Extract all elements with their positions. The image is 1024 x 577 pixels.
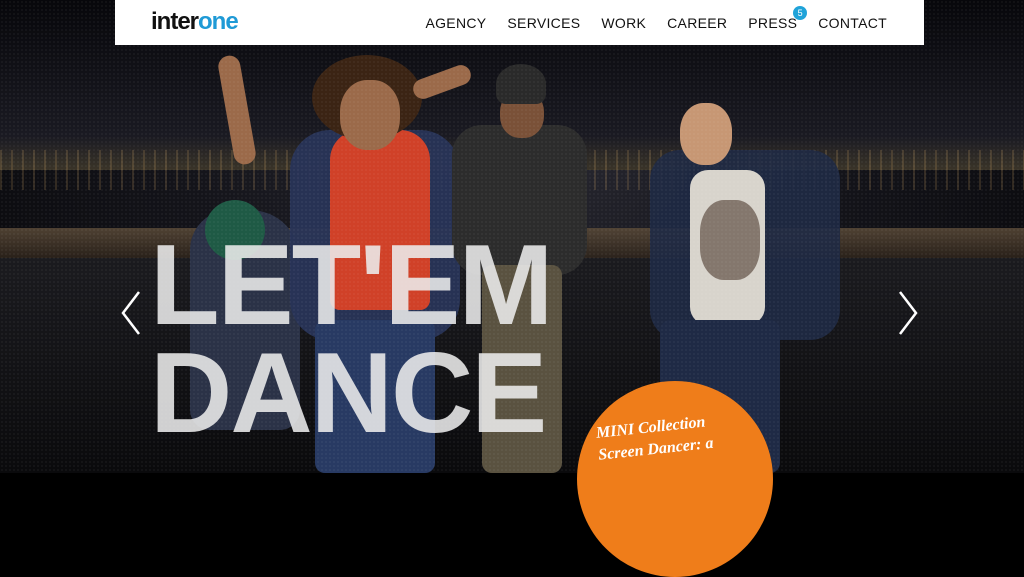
- headline-line-1: LET'EM: [150, 222, 553, 349]
- headline-line-2: DANCE: [150, 330, 547, 457]
- nav-press[interactable]: PRESS 5: [748, 5, 808, 31]
- nav-contact[interactable]: CONTACT: [818, 15, 887, 31]
- dancer-2-face: [340, 80, 400, 150]
- nav-agency[interactable]: AGENCY: [425, 15, 486, 31]
- nav-press-label: PRESS: [748, 14, 798, 31]
- interone-logo[interactable]: interone: [151, 8, 239, 36]
- logo-part-2: one: [198, 8, 239, 35]
- hero-headline: LET'EM DANCE: [150, 222, 553, 457]
- dancer-3-beanie: [496, 64, 546, 104]
- nav-work[interactable]: WORK: [601, 15, 646, 31]
- carousel-prev-button[interactable]: [120, 290, 142, 336]
- chevron-right-icon: [899, 291, 918, 335]
- promo-circle[interactable]: MINI Collection Screen Dancer: a: [577, 381, 773, 577]
- dancer-4-shirt-print: [700, 200, 760, 280]
- top-navbar: interone AGENCY SERVICES WORK CAREER PRE…: [115, 0, 924, 45]
- nav-career[interactable]: CAREER: [667, 15, 727, 31]
- carousel-next-button[interactable]: [897, 290, 919, 336]
- promo-text: MINI Collection Screen Dancer: a: [595, 405, 769, 467]
- chevron-left-icon: [121, 291, 140, 335]
- nav-services[interactable]: SERVICES: [507, 15, 580, 31]
- dancer-4-head: [680, 103, 732, 165]
- logo-part-1: inter: [151, 8, 199, 35]
- press-count-badge: 5: [793, 5, 808, 20]
- main-nav: AGENCY SERVICES WORK CAREER PRESS 5 CONTA…: [425, 0, 887, 45]
